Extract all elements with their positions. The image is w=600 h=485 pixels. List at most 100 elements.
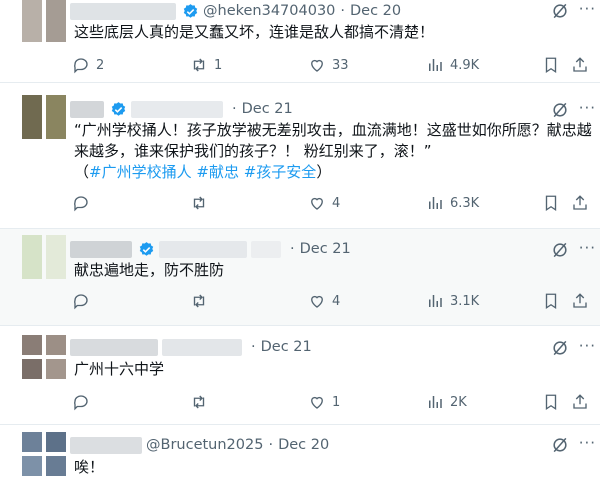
reply-button[interactable]	[72, 194, 96, 212]
verified-badge-icon	[110, 101, 127, 118]
like-button[interactable]: 1	[308, 393, 340, 411]
share-button[interactable]	[571, 194, 595, 212]
repost-icon	[193, 294, 205, 308]
repost-icon	[193, 395, 205, 409]
bookmark-button[interactable]	[542, 292, 566, 310]
views-icon	[429, 59, 442, 71]
more-options-icon[interactable]: ···	[579, 434, 596, 452]
repost-button[interactable]	[190, 393, 214, 411]
display-name-blurred[interactable]	[162, 338, 242, 356]
display-name-blurred[interactable]	[70, 436, 142, 454]
share-icon	[573, 293, 587, 308]
avatar[interactable]	[22, 0, 66, 42]
post-date[interactable]: Dec 21	[261, 339, 312, 355]
like-button[interactable]: 4	[308, 292, 340, 310]
bookmark-button[interactable]	[542, 194, 566, 212]
repost-button[interactable]	[190, 194, 214, 212]
views-button[interactable]: 6.3K	[426, 194, 479, 212]
repost-button[interactable]: 1	[190, 56, 222, 74]
grok-icon[interactable]	[550, 240, 570, 264]
display-name-blurred[interactable]	[70, 338, 158, 356]
share-button[interactable]	[571, 56, 595, 74]
post[interactable]: · Dec 21 ··· “广州学校捅人！孩子放学被无差别攻击，血流满地！这盛世…	[0, 83, 600, 229]
user-handle[interactable]: @Brucetun2025	[146, 437, 263, 453]
more-options-icon[interactable]: ···	[579, 99, 596, 117]
post-date[interactable]: Dec 20	[278, 437, 329, 453]
verified-badge-icon	[138, 241, 155, 258]
hashtag-link[interactable]: #孩子安全	[244, 163, 317, 181]
post-text: 唉！	[74, 458, 105, 476]
avatar[interactable]	[22, 235, 66, 279]
grok-icon[interactable]	[550, 1, 570, 25]
user-handle-blurred[interactable]	[159, 240, 247, 258]
more-options-icon[interactable]: ···	[579, 239, 596, 257]
avatar[interactable]	[22, 335, 66, 379]
reply-button[interactable]	[72, 292, 96, 310]
more-options-icon[interactable]: ···	[579, 0, 596, 18]
repost-count: 1	[214, 57, 223, 73]
like-button[interactable]: 33	[308, 56, 349, 74]
user-handle-blurred[interactable]	[251, 240, 281, 258]
bookmark-icon	[545, 293, 557, 310]
bookmark-icon	[545, 57, 557, 74]
reply-button[interactable]: 2	[72, 56, 104, 74]
like-count: 4	[332, 293, 341, 309]
views-icon	[429, 197, 442, 209]
views-button[interactable]: 3.1K	[426, 292, 479, 310]
share-button[interactable]	[571, 292, 595, 310]
avatar[interactable]	[22, 95, 66, 139]
bookmark-icon	[545, 195, 557, 212]
post[interactable]: @heken34704030 · Dec 20 ··· 这些底层人真的是又蠢又坏…	[0, 0, 600, 83]
post-date[interactable]: Dec 20	[350, 3, 401, 19]
more-options-icon[interactable]: ···	[579, 337, 596, 355]
views-icon	[429, 295, 442, 307]
bookmark-button[interactable]	[542, 56, 566, 74]
verified-badge-icon	[182, 3, 199, 20]
repost-icon	[193, 196, 205, 210]
post-text-line: “广州学校捅人！孩子放学被无差别攻击，血流满地！这盛世如你所愿？献忠越	[74, 121, 592, 139]
user-handle[interactable]: @heken34704030	[203, 3, 335, 19]
like-count: 1	[332, 394, 341, 410]
reply-icon	[74, 395, 88, 411]
like-button[interactable]: 4	[308, 194, 340, 212]
views-button[interactable]: 4.9K	[426, 56, 479, 74]
share-icon	[573, 394, 587, 409]
avatar[interactable]	[22, 432, 66, 476]
views-button[interactable]: 2K	[426, 393, 467, 411]
post-date[interactable]: Dec 21	[300, 241, 351, 257]
heart-icon	[311, 295, 323, 308]
grok-icon[interactable]	[550, 338, 570, 362]
view-count: 6.3K	[450, 195, 480, 211]
reply-button[interactable]	[72, 393, 96, 411]
share-button[interactable]	[571, 393, 595, 411]
display-name-blurred[interactable]	[70, 2, 176, 20]
bookmark-button[interactable]	[542, 393, 566, 411]
post-text: “广州学校捅人！孩子放学被无差别攻击，血流满地！这盛世如你所愿？献忠越 来越多，…	[74, 121, 592, 181]
post-text: 广州十六中学	[74, 360, 165, 378]
reply-icon	[74, 58, 88, 74]
heart-icon	[311, 197, 323, 210]
bookmark-icon	[545, 394, 557, 411]
grok-icon[interactable]	[550, 435, 570, 459]
heart-icon	[311, 396, 323, 409]
display-name-blurred[interactable]	[70, 240, 132, 258]
like-count: 33	[332, 57, 349, 73]
reply-icon	[74, 196, 88, 212]
views-icon	[429, 396, 442, 408]
post[interactable]: @Brucetun2025 · Dec 20 ··· 唉！	[0, 425, 600, 485]
share-icon	[573, 195, 587, 210]
hashtag-link[interactable]: #献忠	[196, 163, 239, 181]
heart-icon	[311, 59, 323, 72]
display-name-blurred[interactable]	[70, 100, 104, 118]
user-handle-blurred[interactable]	[131, 100, 223, 118]
like-count: 4	[332, 195, 341, 211]
hashtag-link[interactable]: #广州学校捅人	[89, 163, 192, 181]
repost-icon	[193, 58, 205, 72]
post[interactable]: · Dec 21 ··· 广州十六中学 1 2K	[0, 326, 600, 425]
post-date[interactable]: Dec 21	[242, 101, 293, 117]
post[interactable]: · Dec 21 ··· 献忠遍地走，防不胜防 4 3.1K	[0, 229, 600, 326]
view-count: 3.1K	[450, 293, 480, 309]
repost-button[interactable]	[190, 292, 214, 310]
view-count: 2K	[450, 394, 467, 410]
reply-count: 2	[96, 57, 105, 73]
